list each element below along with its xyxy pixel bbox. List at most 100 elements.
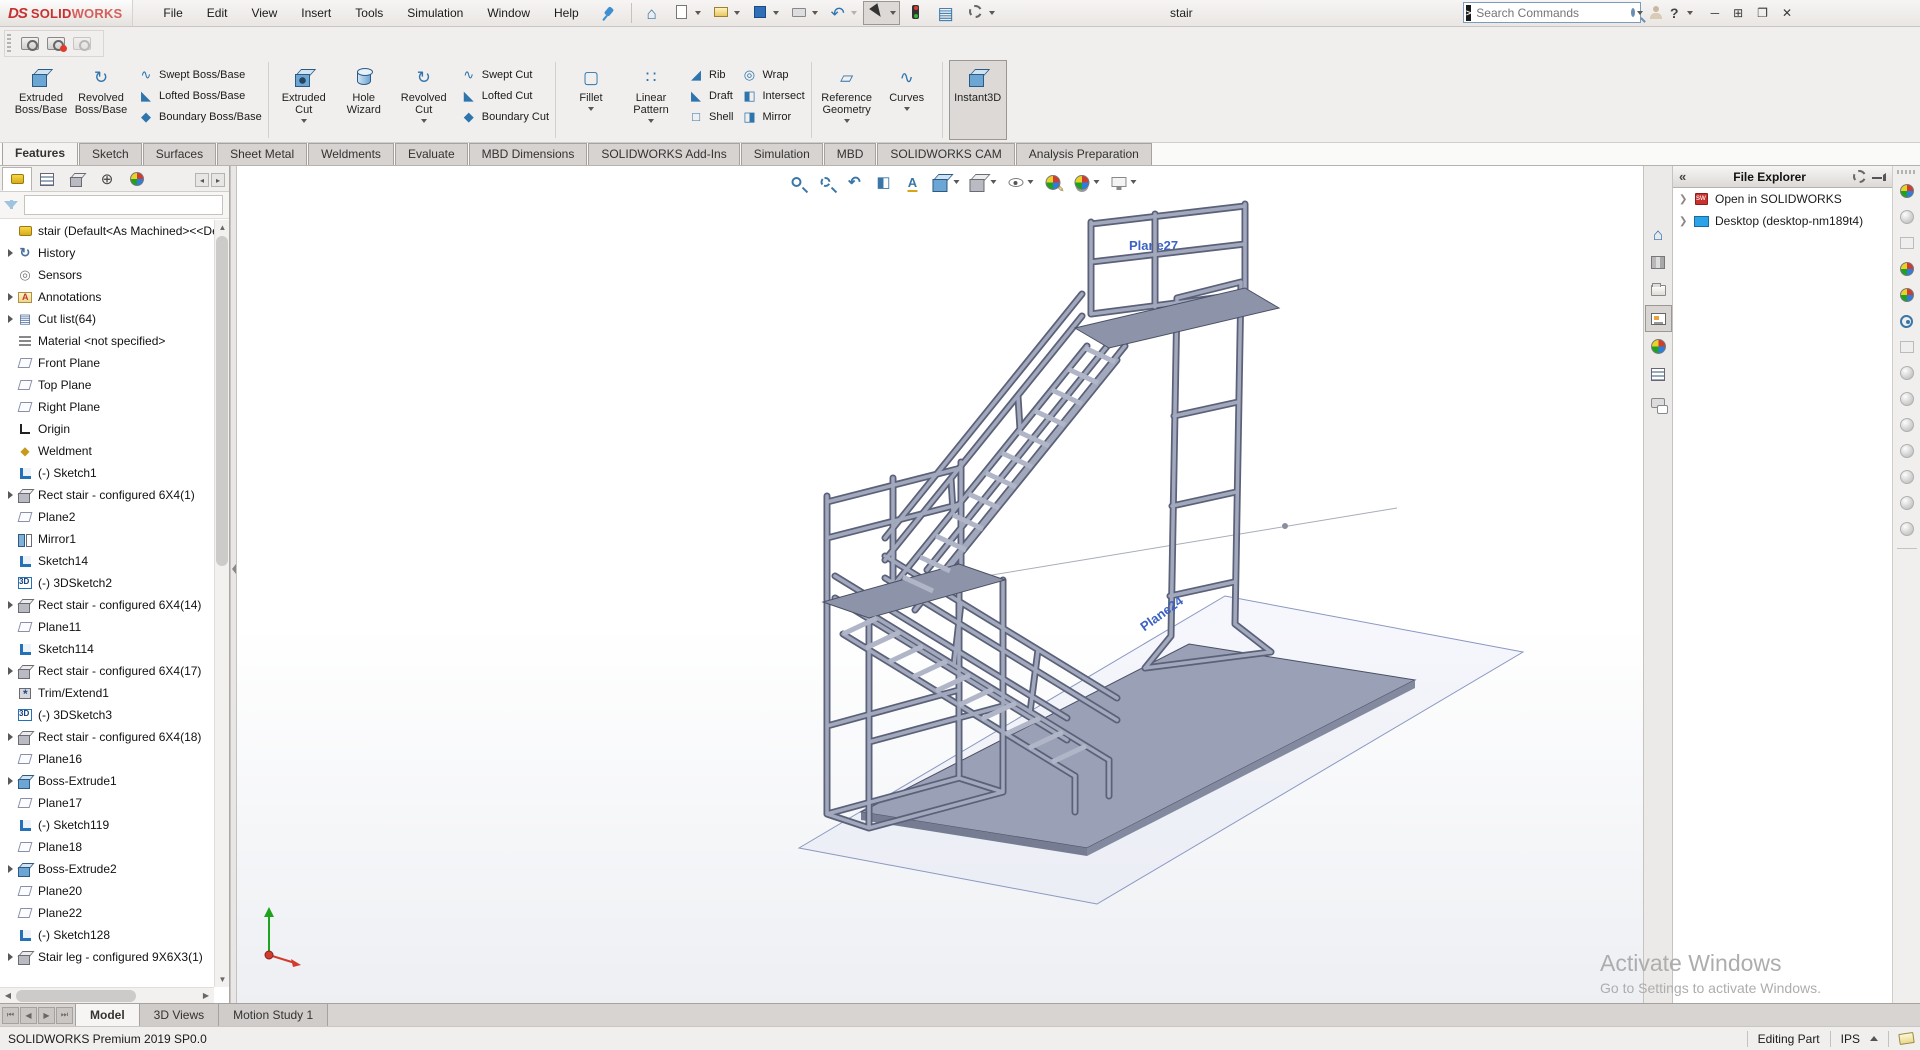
view-toolbar-button[interactable] [1104, 170, 1140, 194]
restore-button[interactable]: ❐ [1757, 6, 1768, 20]
status-units[interactable]: IPS [1841, 1032, 1860, 1046]
tree-item[interactable]: Origin [0, 418, 214, 440]
ribbon-stack-button[interactable]: ◣ Lofted Cut [459, 85, 555, 106]
task-pane-tab[interactable] [1645, 333, 1672, 360]
menu-item[interactable]: Simulation [395, 2, 475, 24]
expand-chevron-icon[interactable]: ❯ [1679, 194, 1693, 205]
collapse-panel-icon[interactable]: « [1679, 169, 1686, 184]
view-toolbar-button[interactable] [811, 170, 839, 194]
minimize-button[interactable]: ─ [1711, 6, 1720, 20]
prev-frame-icon[interactable]: ◀ [20, 1007, 37, 1024]
display-manager-tab[interactable] [122, 167, 152, 191]
tree-item[interactable]: Right Plane [0, 396, 214, 418]
tree-item[interactable]: Material <not specified> [0, 330, 214, 352]
ribbon-stack-button[interactable]: ◣ Lofted Boss/Base [136, 85, 268, 106]
dropdown-caret-icon[interactable] [890, 11, 896, 15]
command-tab[interactable]: MBD [824, 143, 877, 165]
tree-item[interactable]: (-) 3DSketch3 [0, 704, 214, 726]
task-pane-tab[interactable] [1645, 361, 1672, 388]
tree-item[interactable]: Plane17 [0, 792, 214, 814]
pin-menu-icon[interactable] [601, 6, 615, 20]
task-pane-tab[interactable] [1645, 221, 1672, 248]
search-input[interactable] [1476, 6, 1631, 20]
tree-item[interactable]: Annotations [0, 286, 214, 308]
tree-item[interactable]: (-) 3DSketch2 [0, 572, 214, 594]
quick-access-button[interactable]: ⌂ [638, 1, 666, 25]
ribbon-button[interactable]: ↻ Revolved Cut [395, 60, 453, 140]
ribbon-button[interactable]: Extruded Boss/Base [12, 60, 70, 140]
featuremanager-tree-tab[interactable] [2, 167, 32, 191]
dropdown-caret-icon[interactable] [588, 107, 594, 111]
help-button[interactable]: ? [1670, 5, 1679, 21]
expand-arrow-icon[interactable] [3, 293, 17, 301]
tree-item[interactable]: (-) Sketch1 [0, 462, 214, 484]
file-explorer-item[interactable]: ❯ Desktop (desktop-nm189t4) [1673, 210, 1892, 232]
view-toolbar-button[interactable] [1038, 170, 1066, 194]
expand-arrow-icon[interactable] [3, 777, 17, 785]
command-tab[interactable]: SOLIDWORKS CAM [877, 143, 1014, 165]
search-dropdown-caret-icon[interactable] [1637, 11, 1643, 15]
tree-item[interactable]: Rect stair - configured 6X4(18) [0, 726, 214, 748]
dropdown-caret-icon[interactable] [990, 180, 996, 184]
scroll-right-icon[interactable]: ▶ [198, 991, 214, 1000]
dropdown-caret-icon[interactable] [421, 119, 427, 123]
first-frame-icon[interactable]: ⏮ [2, 1007, 19, 1024]
render-tool-button[interactable] [1896, 232, 1918, 254]
dropdown-caret-icon[interactable] [1093, 180, 1099, 184]
expand-arrow-icon[interactable] [3, 733, 17, 741]
dropdown-caret-icon[interactable] [773, 11, 779, 15]
command-tab[interactable]: Analysis Preparation [1016, 143, 1152, 165]
quick-access-button[interactable] [962, 1, 999, 25]
expand-arrow-icon[interactable] [3, 491, 17, 499]
tree-vertical-scrollbar[interactable]: ▲ ▼ [214, 220, 229, 987]
tree-root-item[interactable]: stair (Default<As Machined><<De [0, 220, 214, 242]
bottom-tab[interactable]: Motion Study 1 [219, 1004, 328, 1026]
dimxpert-manager-tab[interactable]: ⊕ [92, 167, 122, 191]
user-account-icon[interactable] [1649, 6, 1662, 19]
task-pane-tab[interactable] [1645, 389, 1672, 416]
ribbon-button[interactable]: ↻ Revolved Boss/Base [72, 60, 130, 140]
tree-horizontal-scrollbar[interactable]: ◀ ▶ [0, 987, 214, 1003]
tree-item[interactable]: Plane16 [0, 748, 214, 770]
record-video-icon[interactable] [47, 37, 65, 50]
ribbon-stack-button[interactable]: ∿ Swept Boss/Base [136, 64, 268, 85]
ribbon-stack-button[interactable]: ∿ Swept Cut [459, 64, 555, 85]
dropdown-caret-icon[interactable] [648, 119, 654, 123]
property-manager-tab[interactable] [32, 167, 62, 191]
render-tool-button[interactable] [1896, 492, 1918, 514]
command-tab[interactable]: MBD Dimensions [469, 143, 588, 165]
quick-access-button[interactable] [785, 1, 822, 25]
toolbar-grip[interactable] [1897, 170, 1917, 174]
menu-item[interactable]: View [239, 2, 289, 24]
dropdown-caret-icon[interactable] [989, 11, 995, 15]
menu-item[interactable]: Insert [289, 2, 343, 24]
screen-capture-icon[interactable] [21, 37, 39, 50]
search-scope-icon[interactable]: > [1466, 5, 1471, 21]
render-tool-button[interactable] [1896, 180, 1918, 202]
ribbon-stack-button[interactable]: ◣ Draft [686, 85, 739, 106]
tree-item[interactable]: Top Plane [0, 374, 214, 396]
next-frame-icon[interactable]: ▶ [38, 1007, 55, 1024]
tree-item[interactable]: Plane11 [0, 616, 214, 638]
tree-item[interactable]: Cut list(64) [0, 308, 214, 330]
ribbon-button[interactable]: Extruded Cut [275, 60, 333, 140]
tree-tabs-prev-icon[interactable]: ◂ [195, 173, 209, 187]
quick-access-button[interactable] [668, 1, 705, 25]
task-pane-tab[interactable] [1645, 305, 1672, 332]
tree-item[interactable]: Plane18 [0, 836, 214, 858]
tree-item[interactable]: Rect stair - configured 6X4(1) [0, 484, 214, 506]
tree-item[interactable]: Plane22 [0, 902, 214, 924]
ribbon-stack-button[interactable]: ◎ Wrap [739, 64, 810, 85]
units-caret-icon[interactable] [1870, 1036, 1878, 1041]
render-tool-button[interactable] [1896, 388, 1918, 410]
quick-access-button[interactable] [707, 1, 744, 25]
tree-item[interactable]: Trim/Extend1 [0, 682, 214, 704]
ribbon-stack-button[interactable]: ◧ Intersect [739, 85, 810, 106]
filter-funnel-icon[interactable] [4, 201, 18, 209]
expand-arrow-icon[interactable] [3, 601, 17, 609]
task-pane-tab[interactable] [1645, 277, 1672, 304]
command-tab[interactable]: Sheet Metal [217, 143, 307, 165]
dropdown-caret-icon[interactable] [734, 11, 740, 15]
ribbon-stack-button[interactable]: ◆ Boundary Cut [459, 106, 555, 127]
command-tab[interactable]: SOLIDWORKS Add-Ins [588, 143, 739, 165]
